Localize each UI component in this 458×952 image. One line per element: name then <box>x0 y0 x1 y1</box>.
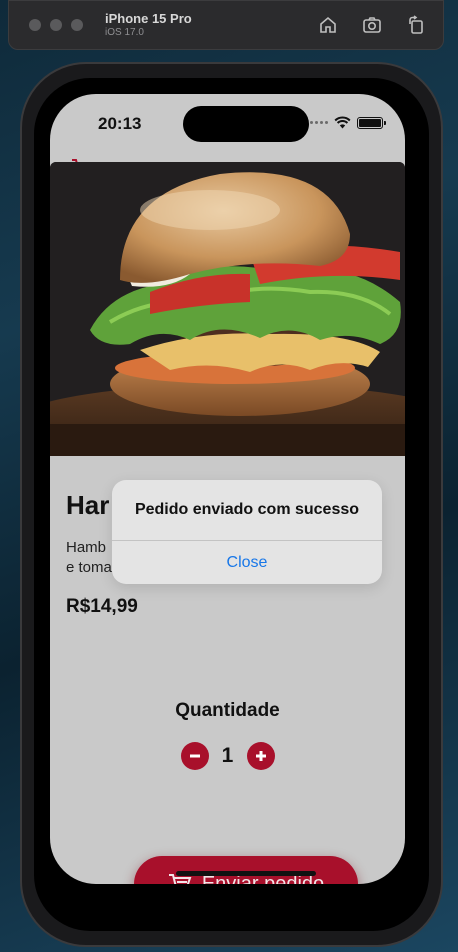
increase-quantity-button[interactable] <box>246 742 275 770</box>
send-order-button[interactable]: Enviar pedido <box>134 856 358 884</box>
status-icons <box>310 116 386 129</box>
quantity-stepper: 1 <box>50 742 405 770</box>
signal-icon <box>310 121 328 124</box>
phone-bezel: 20:13 Har Hamb e toma R$14,99 Quantidade… <box>34 78 429 931</box>
simulator-title: iPhone 15 Pro iOS 17.0 <box>105 10 192 38</box>
minus-icon <box>189 754 200 758</box>
window-controls <box>29 19 83 31</box>
product-price: R$14,99 <box>66 596 138 617</box>
wifi-icon <box>334 116 351 129</box>
minimize-window-button[interactable] <box>50 19 62 31</box>
product-name: Har <box>66 490 110 520</box>
os-version: iOS 17.0 <box>105 26 144 38</box>
burger-photo <box>50 162 405 456</box>
product-image <box>50 162 405 456</box>
plus-icon <box>255 751 266 761</box>
status-bar: 20:13 <box>50 94 405 150</box>
home-indicator[interactable] <box>176 871 316 876</box>
quantity-value: 1 <box>221 744 234 767</box>
quantity-title: Quantidade <box>175 700 280 721</box>
simulator-toolbar: iPhone 15 Pro iOS 17.0 <box>8 0 444 50</box>
screenshot-icon[interactable] <box>361 14 383 36</box>
alert-close-button[interactable]: Close <box>112 541 382 584</box>
app-screen: 20:13 Har Hamb e toma R$14,99 Quantidade… <box>50 94 405 884</box>
status-time: 20:13 <box>98 114 142 133</box>
simulator-tools <box>317 14 427 36</box>
dynamic-island <box>183 106 309 142</box>
close-window-button[interactable] <box>29 19 41 31</box>
alert-title: Pedido enviado com sucesso <box>134 501 360 518</box>
zoom-window-button[interactable] <box>71 19 83 31</box>
home-icon[interactable] <box>317 14 339 36</box>
battery-icon <box>357 116 386 129</box>
phone-frame: 20:13 Har Hamb e toma R$14,99 Quantidade… <box>20 62 443 947</box>
device-name: iPhone 15 Pro <box>105 10 192 26</box>
decrease-quantity-button[interactable] <box>180 742 209 770</box>
success-alert: Pedido enviado com sucesso Close <box>112 480 382 584</box>
rotate-icon[interactable] <box>405 14 427 36</box>
